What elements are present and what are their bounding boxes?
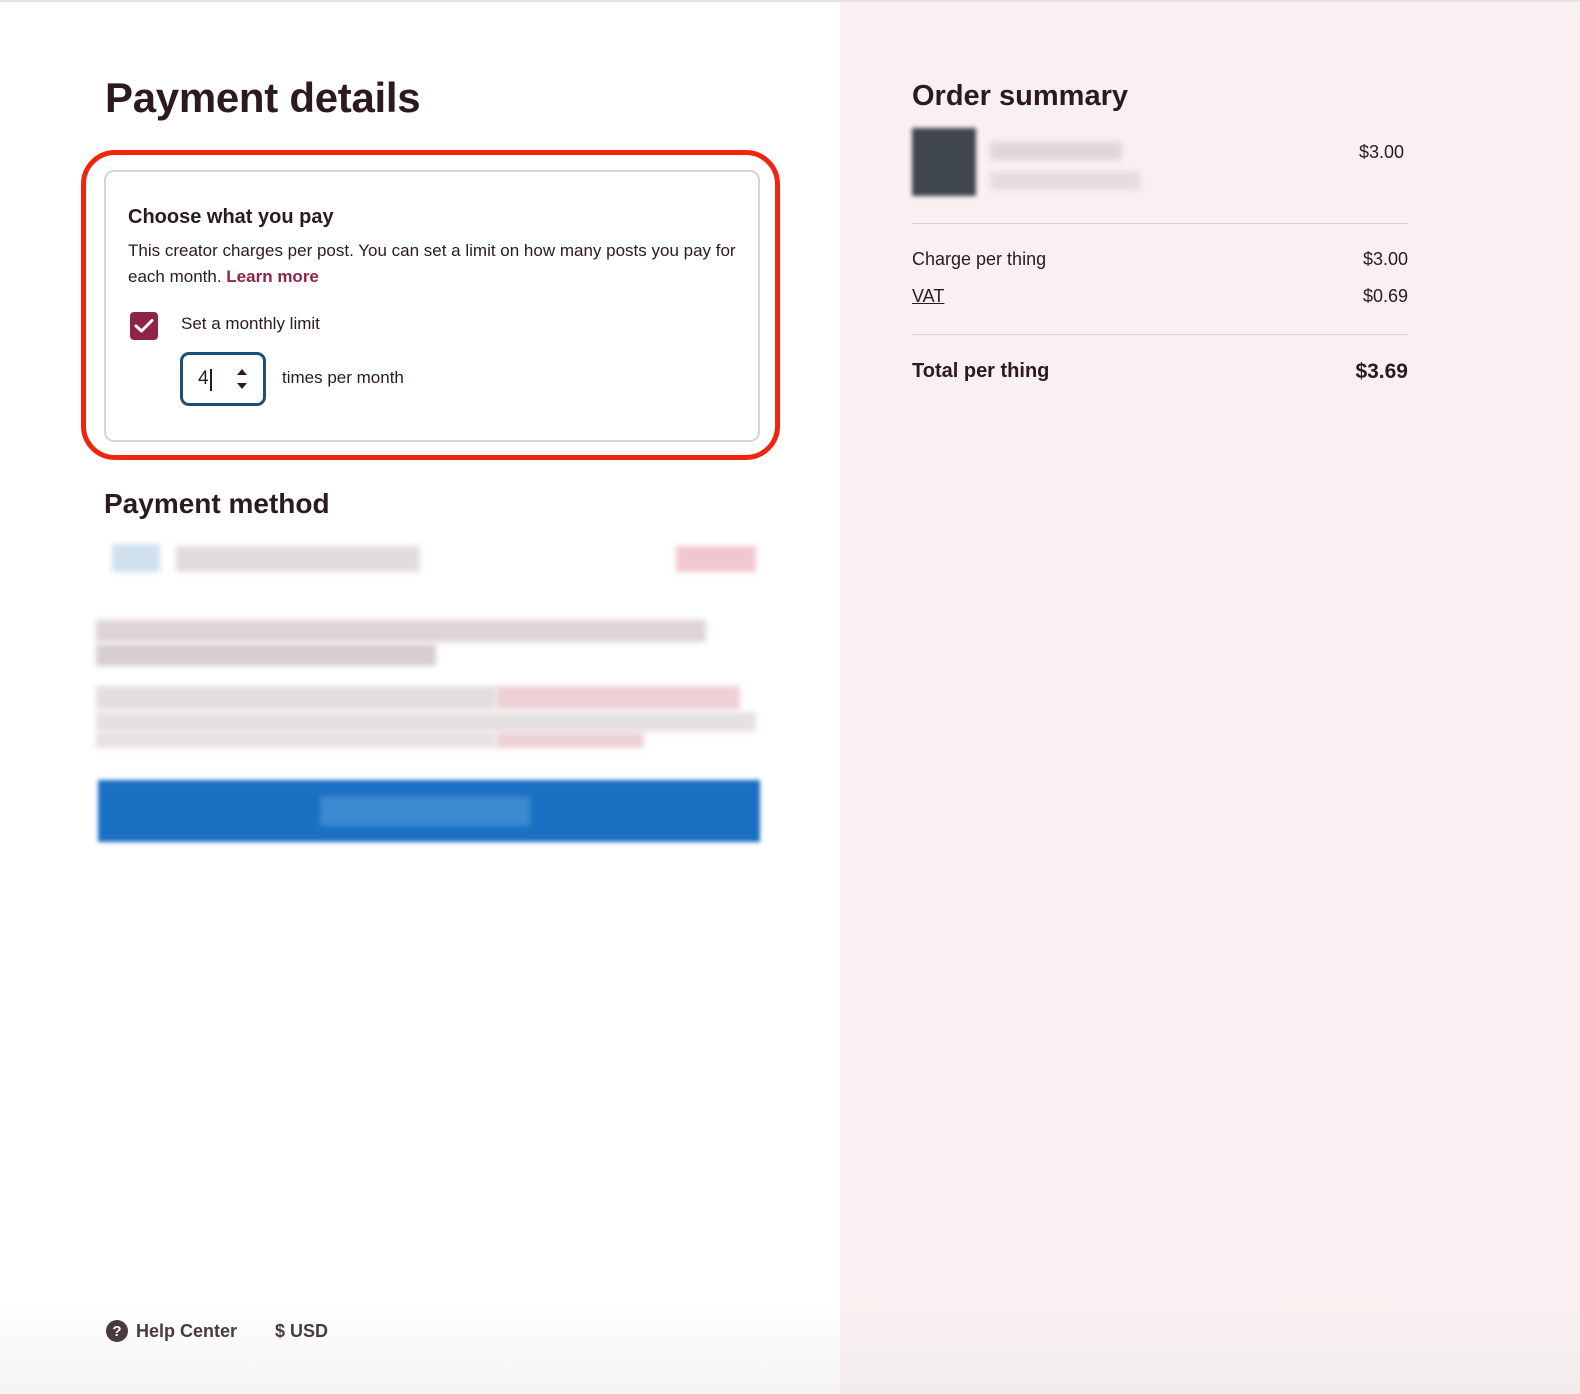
redacted-line-3 [96, 686, 496, 710]
vat-value: $0.69 [1362, 286, 1408, 306]
monthly-limit-checkbox[interactable] [130, 312, 158, 340]
total-value: $3.69 [1355, 360, 1408, 383]
monthly-limit-input[interactable]: 4 [180, 352, 266, 406]
vat-link[interactable]: VAT [912, 286, 944, 307]
redacted-terms-link-2[interactable] [496, 732, 644, 748]
summary-divider-top [912, 223, 1408, 224]
footer-background [0, 1300, 840, 1394]
total-label: Total per thing [912, 360, 1050, 382]
learn-more-link[interactable]: Learn more [226, 267, 319, 286]
redacted-card-icon [112, 544, 160, 572]
order-summary-title: Order summary [912, 80, 1128, 112]
stepper-arrows-icon[interactable] [235, 366, 249, 392]
monthly-limit-label[interactable]: Set a monthly limit [181, 314, 320, 334]
help-center-label[interactable]: Help Center [136, 1321, 237, 1342]
charge-per-thing-label: Charge per thing [912, 249, 1047, 269]
monthly-limit-unit: times per month [282, 368, 404, 387]
panel-bottom-fade [840, 1300, 1580, 1394]
redacted-line-4 [96, 712, 756, 732]
redacted-creator-detail [990, 172, 1140, 190]
redacted-creator-name [990, 142, 1122, 160]
help-center-link[interactable]: ? Help Center [106, 1320, 237, 1342]
currency-selector[interactable]: $ USD [275, 1321, 328, 1342]
monthly-limit-value[interactable]: 4 [198, 368, 209, 390]
order-summary-panel [840, 2, 1580, 1394]
redacted-card-text [176, 546, 420, 572]
redacted-line-2 [96, 644, 436, 666]
help-icon: ? [106, 1320, 128, 1342]
footer: ? Help Center $ USD [106, 1320, 328, 1342]
order-item-price: $3.00 [1358, 142, 1404, 162]
redacted-creator-avatar [912, 128, 976, 196]
choose-what-you-pay-card: Choose what you pay This creator charges… [104, 170, 760, 442]
page-title: Payment details [105, 74, 421, 121]
redacted-terms-link-1[interactable] [496, 686, 740, 710]
redacted-change-link[interactable] [676, 546, 756, 572]
choose-title: Choose what you pay [128, 206, 334, 228]
redacted-pay-button-label [320, 796, 530, 826]
summary-divider-bottom [912, 334, 1408, 335]
choose-description-text: This creator charges per post. You can s… [128, 241, 736, 286]
choose-description: This creator charges per post. You can s… [128, 238, 740, 290]
charge-per-thing-value: $3.00 [1362, 249, 1408, 269]
redacted-line-1 [96, 620, 706, 642]
text-caret [210, 369, 212, 391]
redacted-line-5 [96, 732, 496, 748]
payment-method-title: Payment method [104, 488, 330, 519]
checkmark-icon [134, 319, 154, 333]
